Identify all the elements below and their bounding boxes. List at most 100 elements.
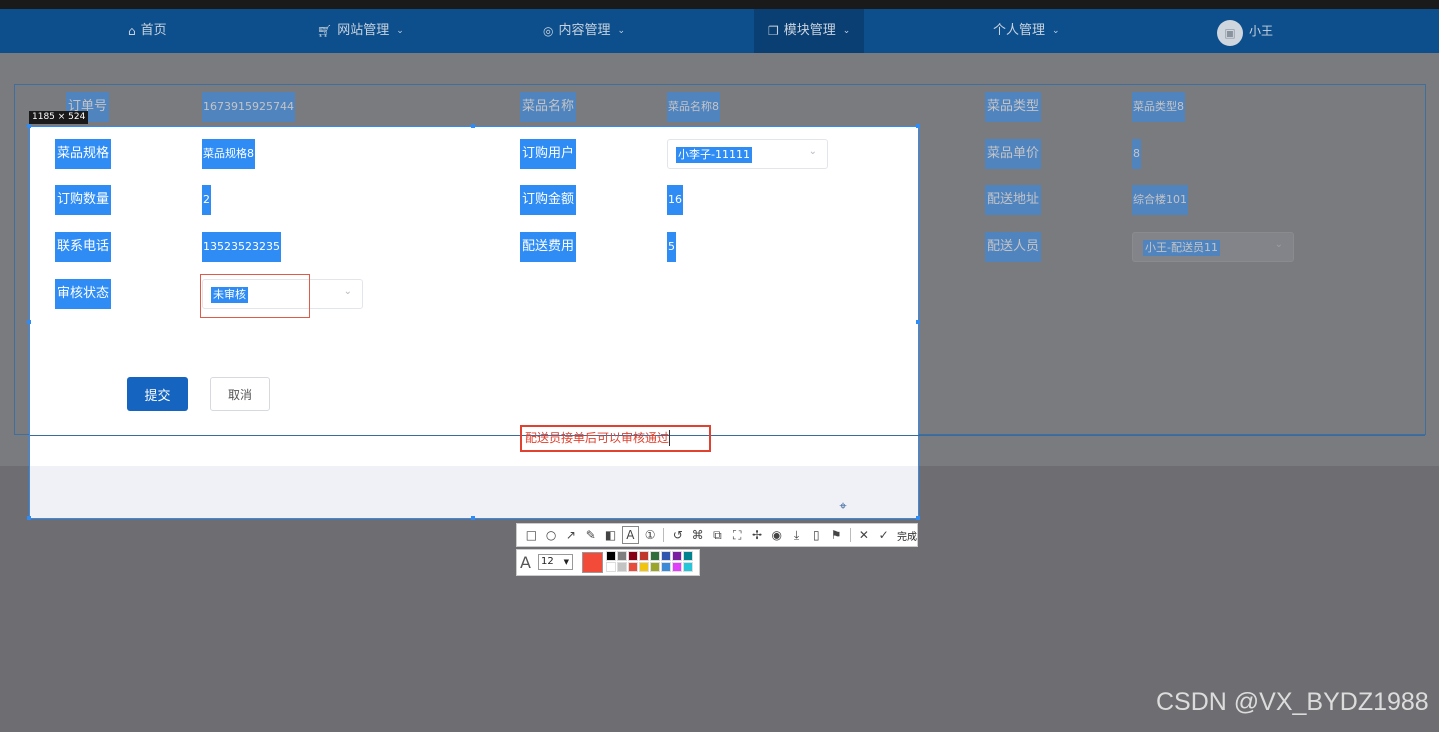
color-swatch[interactable] [650,551,660,561]
unit-price-label: 菜品单价 [985,139,1042,169]
courier-select[interactable]: 小王-配送员11 ⌄ [1132,232,1294,262]
amount-value: 16 [667,185,683,215]
fee-label: 配送费用 [520,232,577,262]
save-icon[interactable]: ▯ [808,526,825,544]
order-no-value: 1673915925744 [202,92,295,122]
ellipse-tool-icon[interactable]: ○ [543,526,560,544]
dish-name-value: 菜品名称8 [667,92,720,122]
font-size-value: 12 [541,556,554,567]
chevron-down-icon: ⌄ [842,26,851,36]
text-tool-icon[interactable]: A [621,526,639,544]
copy-icon: ❐ [768,24,779,38]
translate-icon[interactable]: ⌘ [689,526,706,544]
pin-icon[interactable]: ✢ [749,526,766,544]
font-size-select[interactable]: 12 ▼ [538,554,573,570]
window-top-strip [0,0,1439,9]
dish-type-label: 菜品类型 [985,92,1042,122]
resize-handle[interactable] [27,320,31,324]
unit-price-value: 8 [1132,139,1141,169]
current-color-swatch[interactable] [582,552,603,573]
annotation-rectangle[interactable] [200,274,310,318]
buyer-select[interactable]: 小李子-11111 ⌄ [667,139,828,169]
annotation-text: 配送员接单后可以审核通过 [525,431,670,445]
crosshair-cursor-icon: ⌖ [839,499,847,514]
color-swatch[interactable] [639,551,649,561]
nav-site-label: 网站管理 [337,23,390,38]
nav-home-label: 首页 [140,23,167,38]
nav-site-management[interactable]: 🛒︎ 网站管理 ⌄ [317,9,404,53]
message-icon: ◎ [543,24,554,38]
submit-button[interactable]: 提交 [127,377,188,411]
color-swatch[interactable] [639,562,649,572]
check-icon[interactable]: ✓ [875,526,892,544]
bookmark-icon[interactable]: ⚑ [828,526,845,544]
chevron-down-icon: ⌄ [808,146,817,157]
nav-content-management[interactable]: ◎ 内容管理 ⌄ [543,9,625,53]
screenshot-capture-area[interactable] [29,126,919,519]
capture-size-badge: 1185 × 524 [29,111,89,124]
phone-value: 13523523235 [202,232,281,262]
courier-label: 配送人员 [985,232,1042,262]
chevron-down-icon: ⌄ [617,26,626,36]
avatar[interactable]: ▣ [1217,20,1243,46]
spec-label: 菜品规格 [55,139,112,169]
color-swatch[interactable] [661,562,671,572]
courier-select-value: 小王-配送员11 [1143,240,1220,256]
close-icon[interactable]: ✕ [855,526,872,544]
color-swatch[interactable] [672,551,682,561]
download-icon[interactable]: ⤓ [788,526,805,544]
image-icon: ▣ [1224,26,1236,40]
nav-module-label: 模块管理 [783,23,836,38]
qty-value: 2 [202,185,211,215]
resize-handle[interactable] [27,516,31,520]
color-swatch[interactable] [606,562,616,572]
resize-handle[interactable] [916,516,920,520]
undo-icon[interactable]: ↺ [669,526,686,544]
color-swatch[interactable] [617,551,627,561]
toolbar-divider [849,528,851,542]
chevron-down-icon: ⌄ [1274,239,1283,250]
screenshot-toolbar: □ ○ ↗ ✎ ◧ A ① ↺ ⌘ ⧉ ⛶ ✢ ◉ ⤓ ▯ ⚑ ✕ ✓ 完成 [516,523,918,547]
color-swatch[interactable] [650,562,660,572]
buyer-select-value: 小李子-11111 [676,147,752,163]
color-swatch[interactable] [628,551,638,561]
user-name[interactable]: 小王 [1249,9,1273,53]
chevron-down-icon: ⌄ [1052,26,1060,36]
nav-personal-management[interactable]: 个人管理 ⌄ [993,9,1060,53]
done-button[interactable]: 完成 [897,528,917,543]
color-swatch[interactable] [683,562,693,572]
address-label: 配送地址 [985,185,1042,215]
nav-home[interactable]: ⌂ 首页 [128,9,167,53]
buyer-label: 订购用户 [520,139,577,169]
mosaic-tool-icon[interactable]: ◧ [602,526,619,544]
color-swatch[interactable] [661,551,671,561]
resize-handle[interactable] [916,124,920,128]
triangle-down-icon: ▼ [563,558,569,566]
pen-tool-icon[interactable]: ✎ [582,526,599,544]
color-swatch[interactable] [628,562,638,572]
address-value: 综合楼101 [1132,185,1188,215]
long-screenshot-icon[interactable]: ⛶ [729,526,746,544]
cancel-button[interactable]: 取消 [210,377,270,411]
nav-module-management[interactable]: ❐ 模块管理 ⌄ [754,9,865,53]
number-tool-icon[interactable]: ① [642,526,659,544]
color-swatch[interactable] [617,562,627,572]
panel-bottom-border [30,435,1425,436]
font-icon: A [520,553,531,572]
amount-label: 订购金额 [520,185,577,215]
toolbar-divider [663,528,665,542]
capture-bottom-strip [30,466,918,518]
color-swatch[interactable] [683,551,693,561]
record-icon[interactable]: ◉ [768,526,785,544]
dish-name-label: 菜品名称 [520,92,577,122]
rectangle-tool-icon[interactable]: □ [523,526,540,544]
resize-handle[interactable] [916,320,920,324]
resize-handle[interactable] [471,516,475,520]
color-swatch[interactable] [672,562,682,572]
ocr-icon[interactable]: ⧉ [709,526,726,544]
spec-value: 菜品规格8 [202,139,255,169]
resize-handle[interactable] [27,124,31,128]
resize-handle[interactable] [471,124,475,128]
color-swatch[interactable] [606,551,616,561]
arrow-tool-icon[interactable]: ↗ [563,526,580,544]
